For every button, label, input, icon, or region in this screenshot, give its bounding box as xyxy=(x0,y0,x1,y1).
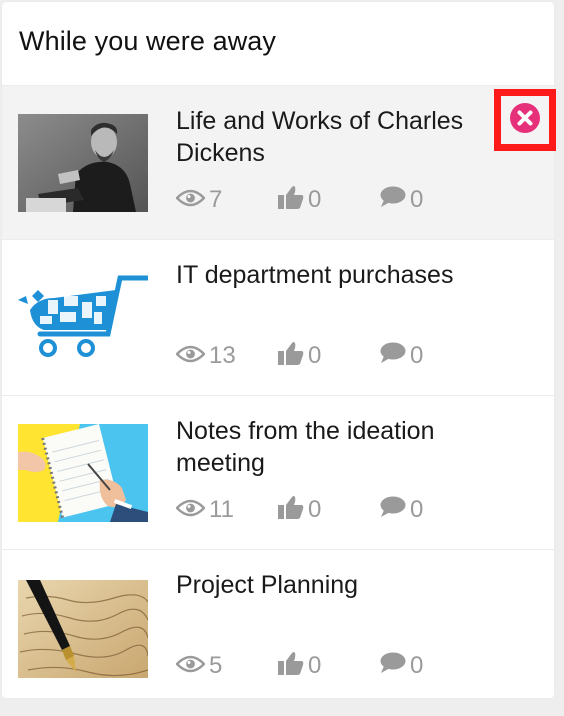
panel-title: While you were away xyxy=(19,26,277,56)
like-count-value: 0 xyxy=(308,186,322,213)
item-stats: 5 0 0 xyxy=(175,651,476,681)
dismiss-button-inner[interactable] xyxy=(501,96,549,144)
thumbs-up-icon[interactable] xyxy=(278,341,304,372)
like-count[interactable]: 0 xyxy=(278,651,321,681)
comment-count-value: 0 xyxy=(410,342,424,369)
like-count[interactable]: 0 xyxy=(278,495,321,525)
thumbs-up-icon[interactable] xyxy=(278,185,304,216)
comment-count-value: 0 xyxy=(410,652,424,679)
close-circle-icon[interactable] xyxy=(509,102,541,139)
thumbs-up-icon[interactable] xyxy=(278,651,304,682)
like-count-value: 0 xyxy=(308,652,322,679)
view-count: 13 xyxy=(175,341,236,371)
comment-count[interactable]: 0 xyxy=(380,651,423,681)
view-count: 7 xyxy=(175,185,223,215)
list-item[interactable]: Project Planning 5 0 0 xyxy=(2,550,554,698)
item-stats: 7 0 0 xyxy=(175,185,476,215)
eye-icon xyxy=(175,342,206,370)
view-count-value: 7 xyxy=(209,186,223,213)
like-count-value: 0 xyxy=(308,342,322,369)
view-count-value: 13 xyxy=(209,342,236,369)
eye-icon xyxy=(175,186,206,214)
speech-bubble-icon[interactable] xyxy=(380,186,406,215)
item-title[interactable]: IT department purchases xyxy=(176,259,496,291)
comment-count-value: 0 xyxy=(410,186,424,213)
item-stats: 13 0 0 xyxy=(175,341,476,371)
view-count: 5 xyxy=(175,651,223,681)
comment-count[interactable]: 0 xyxy=(380,341,423,371)
comment-count[interactable]: 0 xyxy=(380,495,423,525)
speech-bubble-icon[interactable] xyxy=(380,342,406,371)
view-count: 11 xyxy=(175,495,234,525)
item-stats: 11 0 0 xyxy=(175,495,476,525)
list-item[interactable]: Notes from the ideation meeting 11 0 0 xyxy=(2,396,554,550)
item-title[interactable]: Project Planning xyxy=(176,569,496,601)
view-count-value: 11 xyxy=(209,496,234,523)
eye-icon xyxy=(175,496,206,524)
comment-count-value: 0 xyxy=(410,496,424,523)
fountain-pen-thumbnail[interactable] xyxy=(18,580,148,678)
while-away-panel: While you were away Life and Works of Ch… xyxy=(2,2,554,698)
item-title[interactable]: Life and Works of Charles Dickens xyxy=(176,105,496,169)
dismiss-item-button[interactable] xyxy=(494,89,556,151)
like-count-value: 0 xyxy=(308,496,322,523)
like-count[interactable]: 0 xyxy=(278,185,321,215)
eye-icon xyxy=(175,652,206,680)
speech-bubble-icon[interactable] xyxy=(380,652,406,681)
shopping-cart-thumbnail[interactable] xyxy=(18,270,148,368)
comment-count[interactable]: 0 xyxy=(380,185,423,215)
thumbs-up-icon[interactable] xyxy=(278,495,304,526)
portrait-photo-thumbnail[interactable] xyxy=(18,114,148,212)
list-item[interactable]: Life and Works of Charles Dickens 7 0 0 xyxy=(2,86,554,240)
speech-bubble-icon[interactable] xyxy=(380,496,406,525)
list-item[interactable]: IT department purchases 13 0 0 xyxy=(2,240,554,396)
like-count[interactable]: 0 xyxy=(278,341,321,371)
item-title[interactable]: Notes from the ideation meeting xyxy=(176,415,496,479)
view-count-value: 5 xyxy=(209,652,223,679)
notebook-thumbnail[interactable] xyxy=(18,424,148,522)
